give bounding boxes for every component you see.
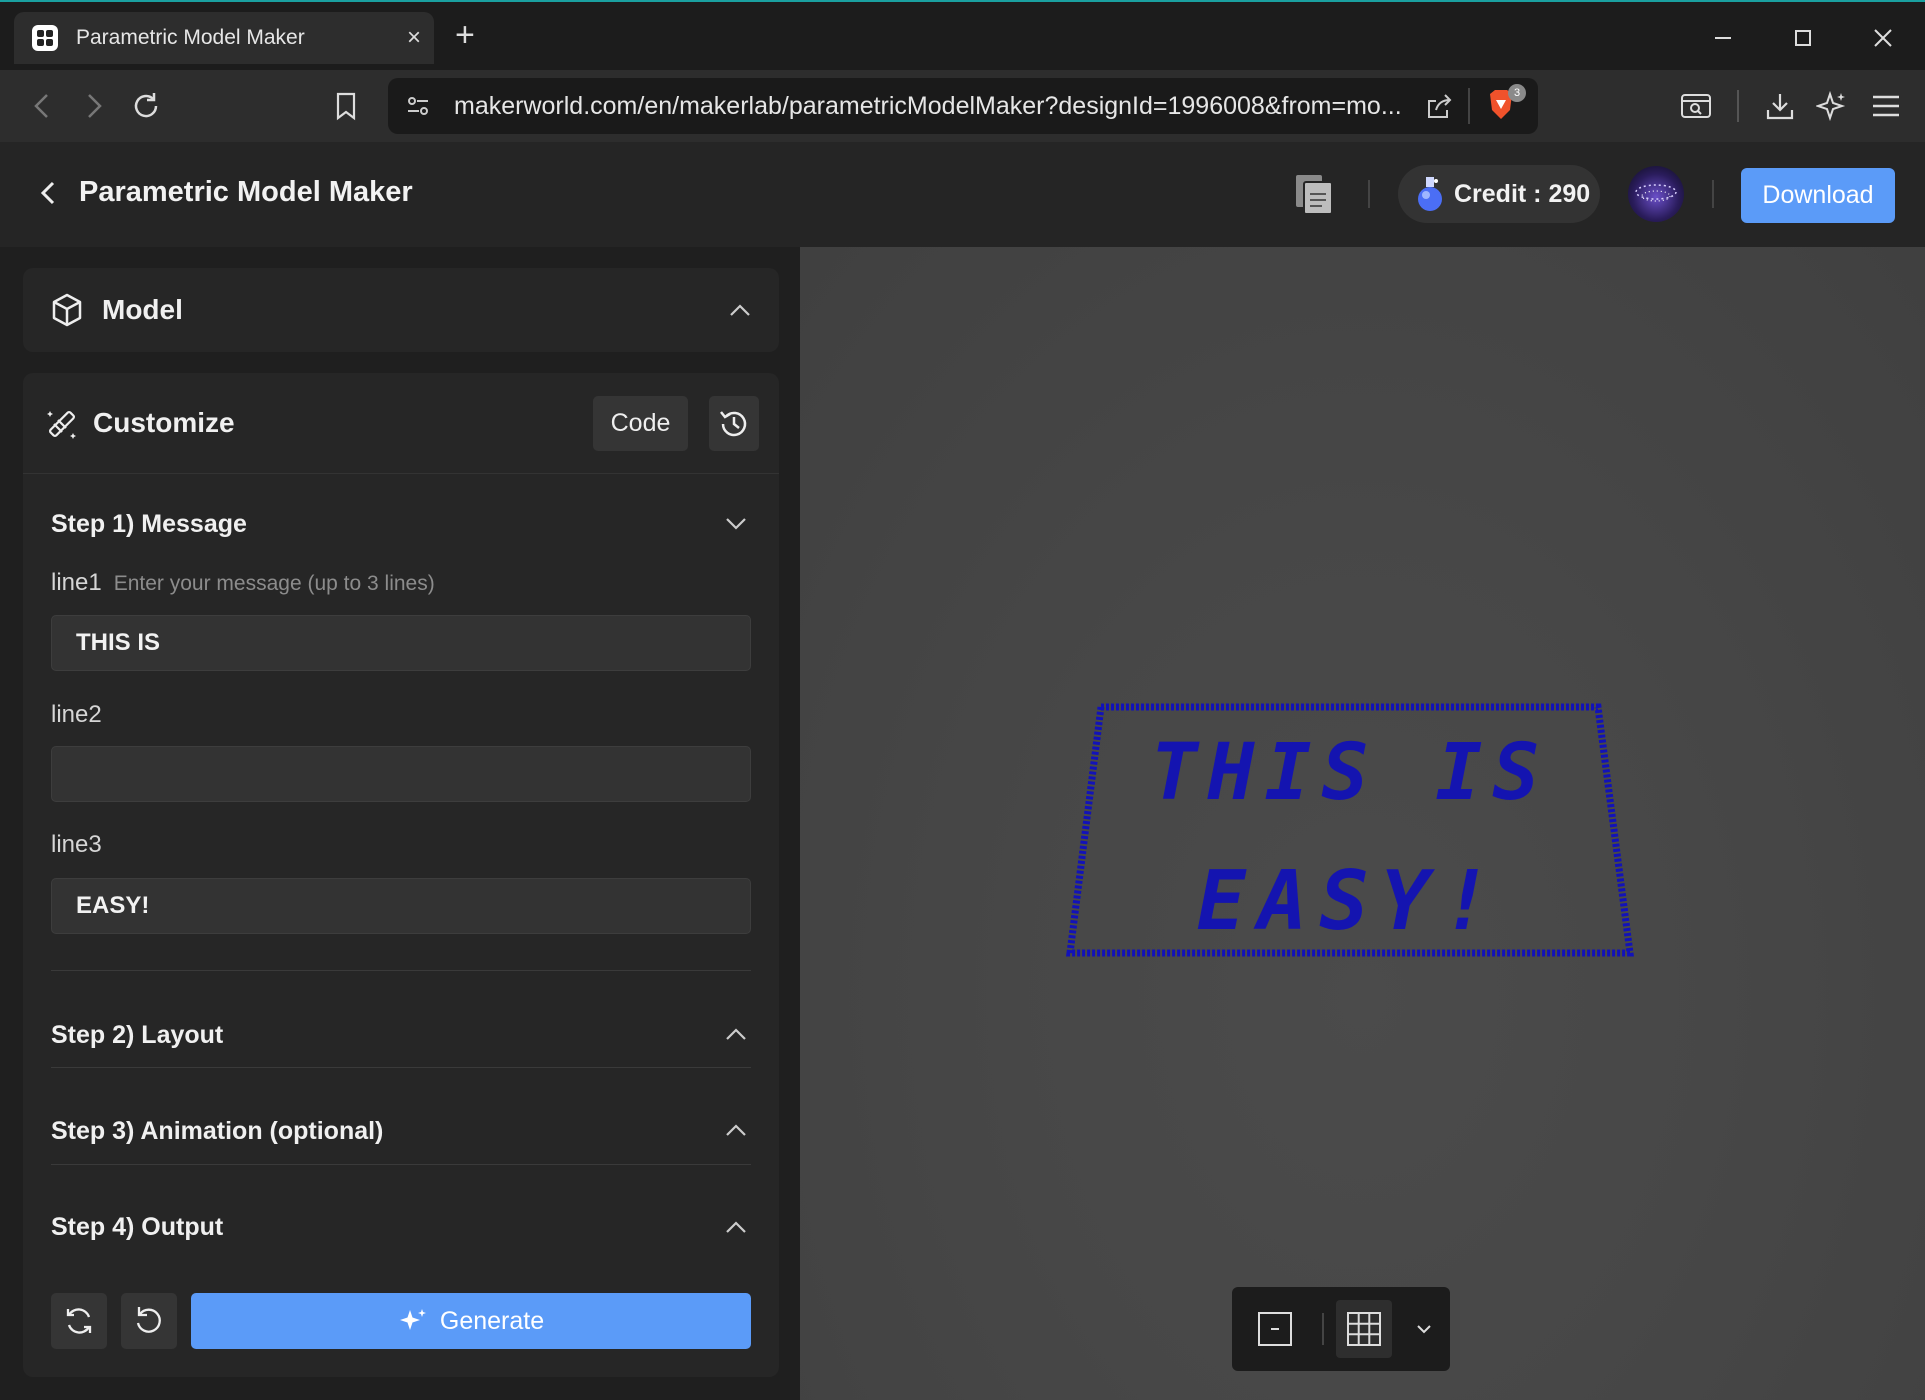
preview-line-1: THIS IS bbox=[1151, 728, 1550, 818]
view-frame-button[interactable] bbox=[1247, 1300, 1303, 1358]
regenerate-button[interactable] bbox=[51, 1293, 107, 1349]
credit-pill[interactable]: Credit : 290 bbox=[1398, 165, 1600, 223]
history-icon bbox=[720, 410, 747, 436]
menu-icon[interactable] bbox=[1866, 86, 1906, 126]
back-chevron-icon[interactable] bbox=[34, 178, 64, 208]
new-tab-icon[interactable]: + bbox=[455, 16, 475, 55]
step-1-title[interactable]: Step 1) Message bbox=[51, 510, 247, 539]
reload-icon[interactable] bbox=[126, 86, 166, 126]
share-icon[interactable] bbox=[1424, 91, 1454, 121]
refresh-icon bbox=[66, 1308, 92, 1334]
generate-button[interactable]: Generate bbox=[191, 1293, 751, 1349]
brave-badge-count: 3 bbox=[1508, 84, 1526, 102]
step-3-title[interactable]: Step 3) Animation (optional) bbox=[51, 1117, 383, 1146]
grid-icon bbox=[1347, 1312, 1381, 1346]
avatar[interactable] bbox=[1628, 166, 1684, 222]
line2-input[interactable] bbox=[51, 746, 751, 802]
header-divider bbox=[1368, 180, 1370, 208]
preview-line-3: EASY! bbox=[1197, 854, 1504, 949]
minimize-icon[interactable] bbox=[1703, 18, 1743, 58]
code-button[interactable]: Code bbox=[593, 396, 688, 451]
bookmark-icon[interactable] bbox=[326, 86, 366, 126]
line1-hint: Enter your message (up to 3 lines) bbox=[113, 572, 435, 595]
browser-tab[interactable]: Parametric Model Maker × bbox=[14, 12, 434, 64]
step-4-title[interactable]: Step 4) Output bbox=[51, 1213, 223, 1242]
forward-icon[interactable] bbox=[74, 86, 114, 126]
frame-icon bbox=[1258, 1312, 1292, 1346]
undo-icon bbox=[136, 1307, 161, 1333]
magic-wand-icon bbox=[45, 407, 79, 441]
cube-icon bbox=[49, 292, 85, 328]
divider bbox=[51, 1164, 751, 1165]
model-preview: THIS IS EASY! bbox=[1066, 703, 1634, 957]
model-label: Model bbox=[102, 294, 183, 325]
chevron-up-icon[interactable] bbox=[723, 1214, 749, 1240]
chevron-down-icon[interactable] bbox=[723, 511, 749, 537]
header-divider-2 bbox=[1712, 180, 1714, 208]
credit-text: Credit : 290 bbox=[1454, 179, 1591, 208]
line1-label: line1 Enter your message (up to 3 lines) bbox=[51, 569, 435, 597]
maximize-icon[interactable] bbox=[1783, 18, 1823, 58]
reader-mode-icon[interactable] bbox=[1676, 86, 1716, 126]
chevron-up-icon[interactable] bbox=[723, 1117, 749, 1143]
url-divider bbox=[1468, 88, 1470, 124]
app-header: Parametric Model Maker Credit : 290 Down… bbox=[0, 142, 1925, 247]
site-settings-icon[interactable] bbox=[404, 92, 434, 122]
reset-button[interactable] bbox=[121, 1293, 177, 1349]
divider bbox=[51, 1067, 751, 1068]
model-panel[interactable]: Model bbox=[23, 268, 779, 352]
customize-label: Customize bbox=[93, 407, 235, 438]
line3-label: line3 bbox=[51, 831, 102, 858]
tab-close-icon[interactable]: × bbox=[394, 24, 434, 52]
browser-tab-bar: Parametric Model Maker × + bbox=[0, 0, 1925, 72]
download-button[interactable]: Download bbox=[1741, 168, 1895, 223]
copy-icon[interactable] bbox=[1292, 172, 1336, 216]
sparkle-icon bbox=[399, 1309, 426, 1330]
line1-label-text: line1 bbox=[51, 569, 102, 596]
generate-label: Generate bbox=[439, 1306, 545, 1335]
potion-flask-icon bbox=[1414, 175, 1446, 213]
grid-toggle-button[interactable] bbox=[1336, 1300, 1392, 1358]
makerworld-favicon-icon bbox=[32, 25, 58, 51]
viewport-toolbar bbox=[1232, 1287, 1450, 1371]
history-button[interactable] bbox=[709, 396, 759, 451]
tab-title: Parametric Model Maker bbox=[76, 26, 305, 49]
downloads-icon[interactable] bbox=[1760, 86, 1800, 126]
line2-label: line2 bbox=[51, 701, 102, 728]
line1-input[interactable] bbox=[51, 615, 751, 671]
vp-divider bbox=[1322, 1313, 1324, 1345]
browser-toolbar: makerworld.com/en/makerlab/parametricMod… bbox=[0, 70, 1925, 142]
page-title: Parametric Model Maker bbox=[79, 176, 413, 208]
brave-shields-icon[interactable]: 3 bbox=[1486, 84, 1526, 124]
step-2-title[interactable]: Step 2) Layout bbox=[51, 1021, 223, 1050]
customize-panel: Customize Code Step 1) Message line1 Ente… bbox=[23, 373, 779, 1377]
divider bbox=[51, 970, 751, 971]
address-bar[interactable]: makerworld.com/en/makerlab/parametricMod… bbox=[388, 78, 1538, 134]
3d-viewport[interactable]: THIS IS EASY! bbox=[800, 247, 1925, 1400]
line3-input[interactable] bbox=[51, 878, 751, 934]
close-window-icon[interactable] bbox=[1863, 18, 1903, 58]
leo-ai-icon[interactable] bbox=[1812, 86, 1852, 126]
customize-header: Customize Code bbox=[23, 373, 779, 474]
chevron-up-icon[interactable] bbox=[727, 297, 753, 323]
url-text[interactable]: makerworld.com/en/makerlab/parametricMod… bbox=[454, 92, 1402, 121]
grid-options-chevron-icon[interactable] bbox=[1404, 1300, 1444, 1358]
toolbar-divider bbox=[1737, 90, 1739, 122]
back-icon[interactable] bbox=[22, 86, 62, 126]
chevron-up-icon[interactable] bbox=[723, 1021, 749, 1047]
